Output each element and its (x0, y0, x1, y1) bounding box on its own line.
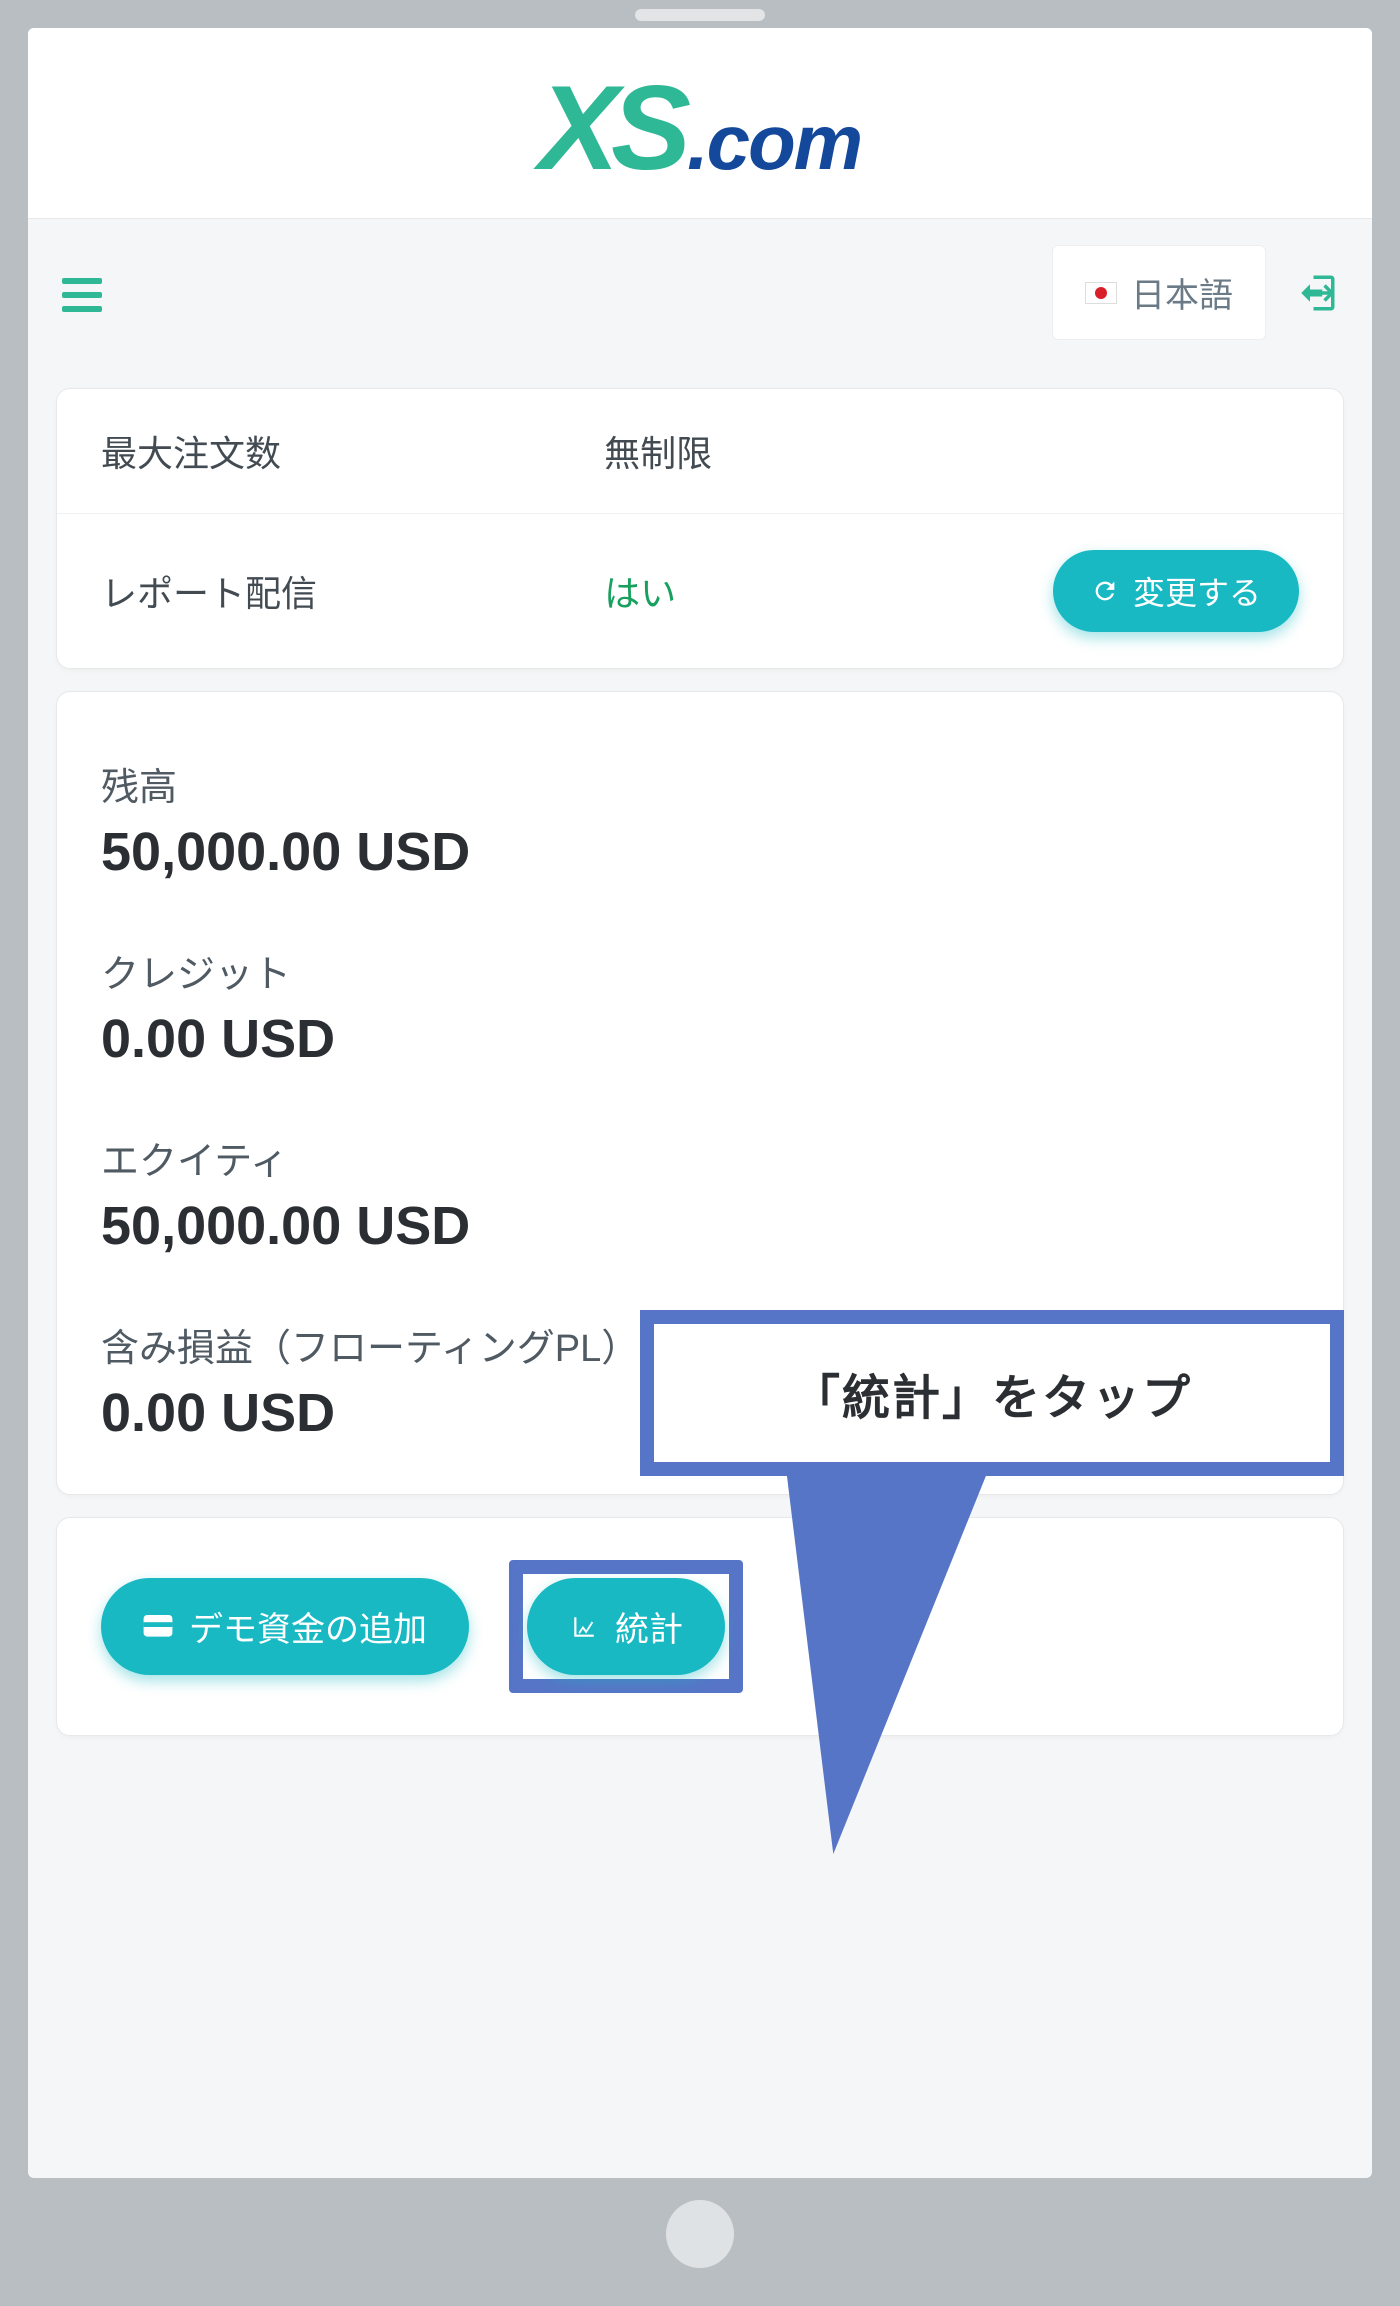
equity-value: 50,000.00 USD (101, 1195, 1299, 1257)
menu-icon[interactable] (62, 273, 102, 313)
logo-xs-text: XS (539, 68, 683, 188)
add-demo-funds-button[interactable]: デモ資金の追加 (101, 1578, 469, 1675)
add-demo-funds-label: デモ資金の追加 (189, 1602, 427, 1651)
equity-block: エクイティ 50,000.00 USD (101, 1130, 1299, 1257)
change-button[interactable]: 変更する (1053, 550, 1299, 632)
change-button-label: 変更する (1133, 568, 1261, 614)
logo-com-text: .com (687, 97, 861, 188)
logo-area: XS.com (28, 28, 1372, 218)
equity-label: エクイティ (101, 1130, 1299, 1185)
credit-value: 0.00 USD (101, 1008, 1299, 1070)
info-row-max-orders: 最大注文数 無制限 (57, 389, 1343, 514)
info-row-report: レポート配信 はい 変更する (57, 514, 1343, 668)
language-label: 日本語 (1131, 268, 1233, 317)
balance-label: 残高 (101, 756, 1299, 811)
max-orders-label: 最大注文数 (101, 425, 604, 477)
max-orders-value: 無制限 (604, 425, 1299, 477)
settings-card: 最大注文数 無制限 レポート配信 はい 変更する (56, 388, 1344, 669)
balance-value: 50,000.00 USD (101, 821, 1299, 883)
device-home-button (666, 2200, 734, 2268)
japan-flag-icon (1085, 282, 1117, 304)
screen: XS.com 日本語 (28, 28, 1372, 2178)
credit-card-icon (143, 1615, 173, 1639)
app-logo: XS.com (539, 68, 861, 188)
annotation-text: 「統計」をタップ (640, 1310, 1344, 1476)
chart-line-icon (569, 1614, 599, 1640)
balance-block: 残高 50,000.00 USD (101, 756, 1299, 883)
language-selector[interactable]: 日本語 (1052, 245, 1266, 340)
header-right: 日本語 (1052, 245, 1338, 340)
credit-label: クレジット (101, 943, 1299, 998)
report-label: レポート配信 (101, 565, 604, 617)
header-bar: 日本語 (28, 218, 1372, 366)
credit-block: クレジット 0.00 USD (101, 943, 1299, 1070)
tablet-frame: XS.com 日本語 (0, 0, 1400, 2306)
report-value: はい (604, 565, 1053, 617)
annotation-callout: 「統計」をタップ (640, 1310, 1344, 1854)
refresh-icon (1091, 577, 1119, 605)
logout-icon[interactable] (1296, 272, 1338, 314)
annotation-arrow-icon (733, 1474, 986, 1854)
device-notch (635, 9, 765, 21)
